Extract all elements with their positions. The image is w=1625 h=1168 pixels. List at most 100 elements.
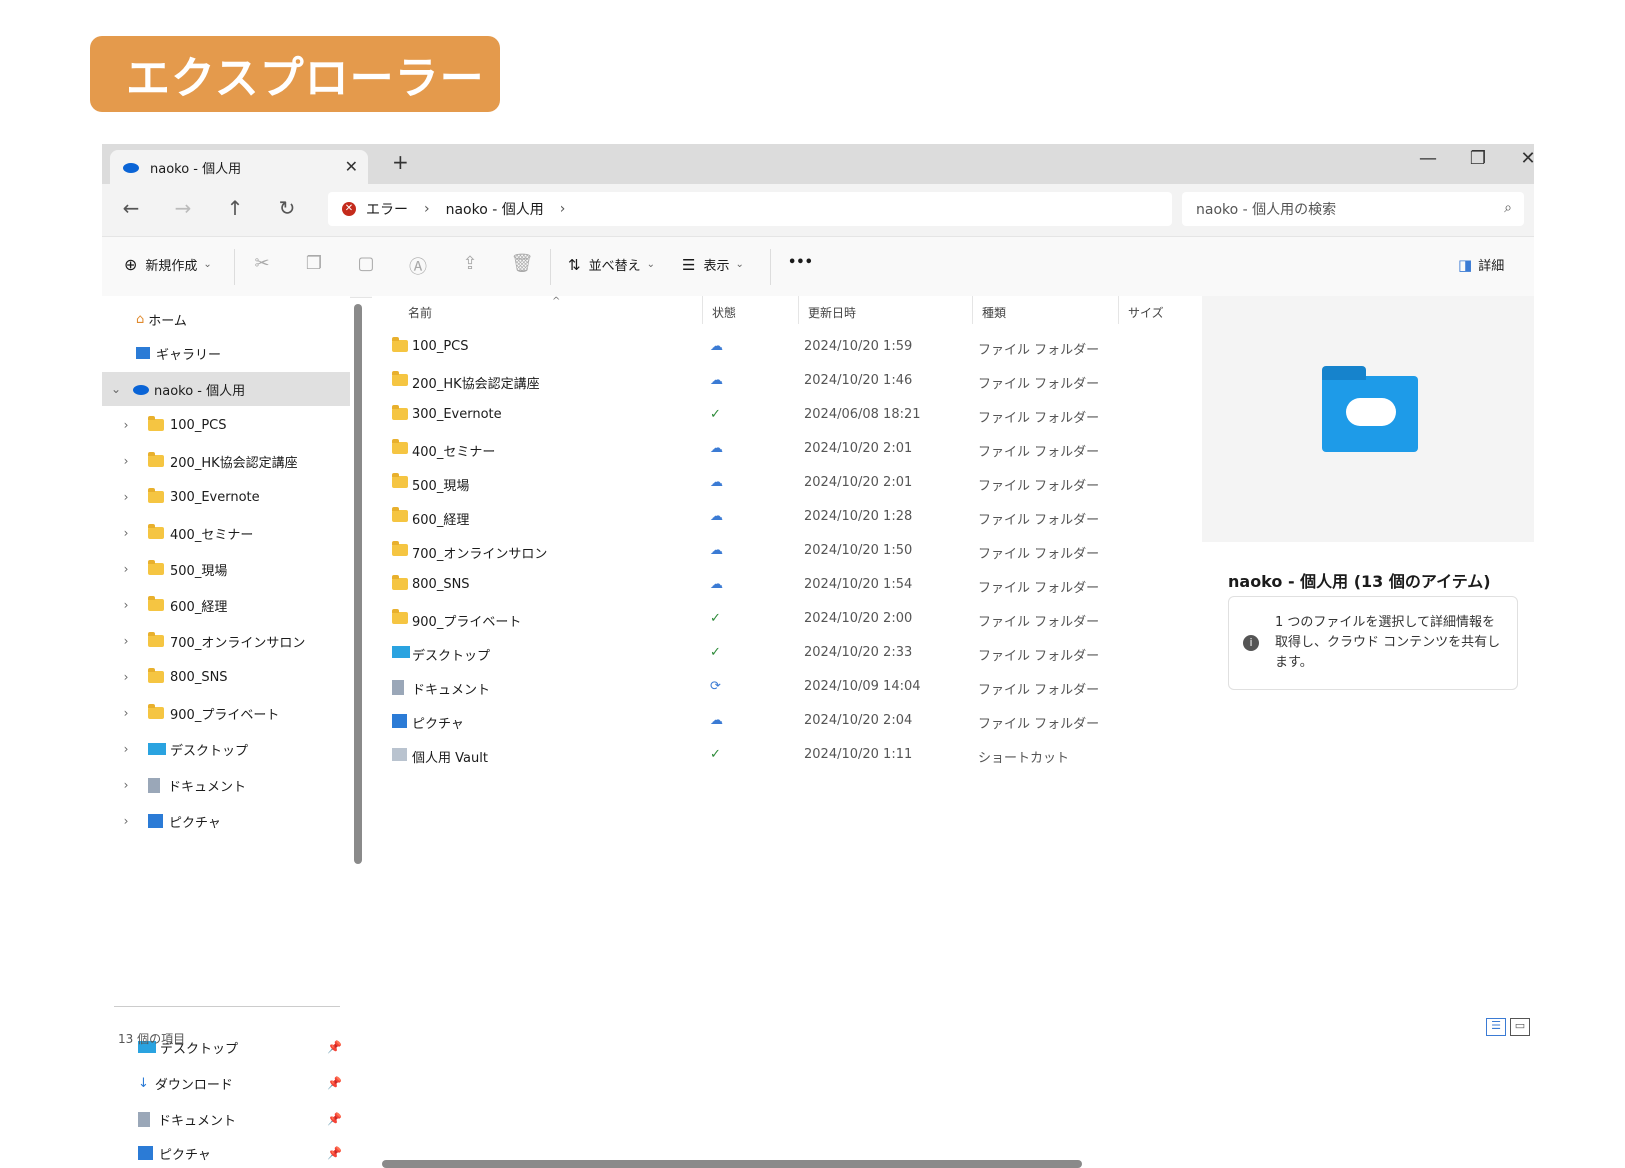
file-type: ファイル フォルダー	[978, 513, 1100, 528]
file-name: 個人用 Vault	[412, 751, 488, 766]
sidebar-item-gallery[interactable]: ギャラリー	[102, 336, 350, 370]
file-date: 2024/10/20 2:01	[804, 475, 913, 490]
paste-icon[interactable]: ▢	[354, 253, 378, 274]
sort-button[interactable]: ⇅ 並べ替え ⌄	[568, 255, 655, 275]
chevron-right-icon[interactable]: ›	[118, 454, 134, 468]
share-icon[interactable]: ⇪	[458, 253, 482, 274]
folder-icon	[148, 452, 164, 467]
tiles-view-button[interactable]: ▭	[1510, 1018, 1530, 1036]
chevron-right-icon[interactable]: ›	[118, 562, 134, 576]
picture-icon	[148, 814, 163, 828]
table-row[interactable]: 900_プライベート ✓ 2024/10/20 2:00 ファイル フォルダー	[372, 602, 1192, 636]
table-row[interactable]: 800_SNS ☁ 2024/10/20 1:54 ファイル フォルダー	[372, 568, 1192, 602]
column-header-status[interactable]: 状態	[712, 304, 736, 321]
up-button[interactable]: ↑	[220, 196, 250, 220]
file-type: ファイル フォルダー	[978, 411, 1100, 426]
folder-icon	[148, 704, 164, 719]
pin-icon[interactable]: 📌	[327, 1112, 342, 1126]
delete-icon[interactable]: 🗑	[510, 253, 534, 274]
sidebar-scrollbar[interactable]	[354, 304, 362, 864]
sidebar-item-label: 300_Evernote	[170, 489, 260, 505]
chevron-right-icon[interactable]: ›	[118, 706, 134, 720]
table-row[interactable]: 300_Evernote ✓ 2024/06/08 18:21 ファイル フォルダー	[372, 398, 1192, 432]
table-row[interactable]: 500_現場 ☁ 2024/10/20 2:01 ファイル フォルダー	[372, 466, 1192, 500]
column-header-type[interactable]: 種類	[982, 304, 1006, 321]
sidebar-item-label: 900_プライベート	[170, 707, 280, 723]
sidebar-item-folder[interactable]: › 700_オンラインサロン	[102, 624, 350, 658]
address-error-label[interactable]: エラー	[366, 199, 408, 219]
cloud-status-icon: ☁	[710, 339, 723, 354]
column-header-name[interactable]: 名前	[408, 304, 432, 321]
copy-icon[interactable]: ❐	[302, 253, 326, 274]
minimize-button[interactable]: —	[1408, 148, 1448, 169]
table-row[interactable]: ピクチャ ☁ 2024/10/20 2:04 ファイル フォルダー	[372, 704, 1192, 738]
table-row[interactable]: デスクトップ ✓ 2024/10/20 2:33 ファイル フォルダー	[372, 636, 1192, 670]
sidebar-item-desktop[interactable]: › デスクトップ	[102, 732, 350, 766]
pin-icon[interactable]: 📌	[327, 1076, 342, 1090]
tab-naoko[interactable]: naoko - 個人用 ✕	[110, 150, 368, 184]
new-tab-button[interactable]: +	[392, 150, 409, 174]
chevron-right-icon[interactable]: ›	[560, 201, 566, 217]
maximize-button[interactable]: ❐	[1458, 148, 1498, 169]
refresh-button[interactable]: ↻	[272, 196, 302, 220]
folder-icon	[148, 596, 164, 611]
details-view-button[interactable]: ☰	[1486, 1018, 1506, 1036]
pinned-documents[interactable]: ドキュメント 📌	[102, 1102, 350, 1136]
chevron-right-icon[interactable]: ›	[118, 490, 134, 504]
file-type: ファイル フォルダー	[978, 343, 1100, 358]
sidebar-item-folder[interactable]: › 100_PCS	[102, 408, 350, 442]
horizontal-scrollbar[interactable]	[382, 1160, 1082, 1168]
address-bar[interactable]: ✕ エラー › naoko - 個人用 ›	[328, 192, 1172, 226]
chevron-right-icon[interactable]: ›	[118, 742, 134, 756]
address-location[interactable]: naoko - 個人用	[446, 199, 544, 219]
more-options-button[interactable]: •••	[788, 255, 813, 270]
sidebar-item-documents[interactable]: › ドキュメント	[102, 768, 350, 802]
column-header-modified[interactable]: 更新日時	[808, 304, 856, 321]
sidebar-item-folder[interactable]: › 800_SNS	[102, 660, 350, 694]
sidebar-item-label: 200_HK協会認定講座	[170, 455, 298, 471]
sidebar-item-folder[interactable]: › 600_経理	[102, 588, 350, 622]
preview-title: naoko - 個人用 (13 個のアイテム)	[1228, 572, 1491, 591]
chevron-right-icon[interactable]: ›	[424, 201, 430, 217]
sidebar-item-folder[interactable]: › 900_プライベート	[102, 696, 350, 730]
table-row[interactable]: 700_オンラインサロン ☁ 2024/10/20 1:50 ファイル フォルダー	[372, 534, 1192, 568]
table-row[interactable]: 個人用 Vault ✓ 2024/10/20 1:11 ショートカット	[372, 738, 1192, 772]
table-row[interactable]: 600_経理 ☁ 2024/10/20 1:28 ファイル フォルダー	[372, 500, 1192, 534]
pinned-pictures[interactable]: ピクチャ 📌	[102, 1138, 350, 1168]
pin-icon[interactable]: 📌	[327, 1146, 342, 1160]
column-header-size[interactable]: サイズ	[1128, 304, 1164, 321]
chevron-right-icon[interactable]: ›	[118, 598, 134, 612]
view-button-label: 表示	[703, 259, 730, 274]
table-row[interactable]: 200_HK協会認定講座 ☁ 2024/10/20 1:46 ファイル フォルダー	[372, 364, 1192, 398]
rename-icon[interactable]: Ⓐ	[406, 253, 430, 279]
sidebar-item-folder[interactable]: › 500_現場	[102, 552, 350, 586]
back-button[interactable]: ←	[116, 196, 146, 220]
sidebar-item-pictures[interactable]: › ピクチャ	[102, 804, 350, 838]
pinned-downloads[interactable]: ↓ ダウンロード 📌	[102, 1066, 350, 1100]
chevron-right-icon[interactable]: ›	[118, 814, 134, 828]
sidebar-item-folder[interactable]: › 200_HK協会認定講座	[102, 444, 350, 478]
forward-button[interactable]: →	[168, 196, 198, 220]
table-row[interactable]: 100_PCS ☁ 2024/10/20 1:59 ファイル フォルダー	[372, 330, 1192, 364]
sidebar-item-onedrive[interactable]: ⌄ naoko - 個人用	[102, 372, 350, 406]
chevron-right-icon[interactable]: ›	[118, 778, 134, 792]
pin-icon[interactable]: 📌	[327, 1040, 342, 1054]
close-window-button[interactable]: ✕	[1508, 148, 1548, 169]
sidebar-item-folder[interactable]: › 300_Evernote	[102, 480, 350, 514]
chevron-right-icon[interactable]: ›	[118, 670, 134, 684]
chevron-right-icon[interactable]: ›	[118, 526, 134, 540]
table-row[interactable]: ドキュメント ⟳ 2024/10/09 14:04 ファイル フォルダー	[372, 670, 1192, 704]
desktop-icon	[392, 646, 410, 658]
tab-close-button[interactable]: ✕	[345, 157, 358, 176]
chevron-down-icon[interactable]: ⌄	[108, 382, 124, 396]
view-button[interactable]: ☰ 表示 ⌄	[682, 255, 744, 275]
chevron-right-icon[interactable]: ›	[118, 418, 134, 432]
chevron-right-icon[interactable]: ›	[118, 634, 134, 648]
search-input[interactable]: naoko - 個人用の検索 ⌕	[1182, 192, 1524, 226]
details-pane-button[interactable]: ◨ 詳細	[1458, 255, 1504, 275]
sidebar-item-home[interactable]: ⌂ ホーム	[102, 302, 350, 336]
cut-icon[interactable]: ✂	[250, 253, 274, 274]
table-row[interactable]: 400_セミナー ☁ 2024/10/20 2:01 ファイル フォルダー	[372, 432, 1192, 466]
new-button[interactable]: ⊕ 新規作成 ⌄	[124, 255, 212, 274]
sidebar-item-folder[interactable]: › 400_セミナー	[102, 516, 350, 550]
